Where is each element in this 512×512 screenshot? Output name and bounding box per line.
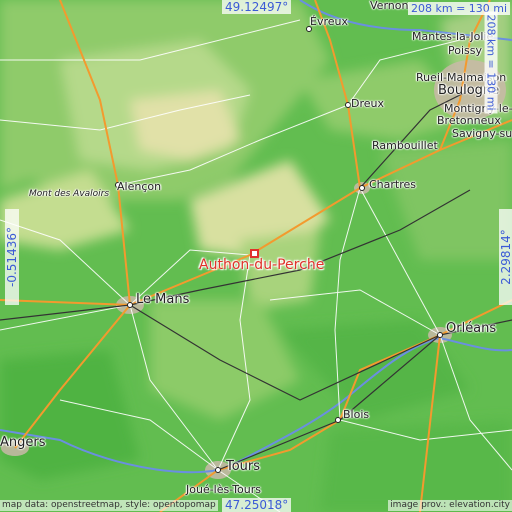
city-label-orleans[interactable]: Orléans: [446, 322, 496, 335]
city-label-savigny[interactable]: Savigny-su: [452, 128, 512, 139]
city-label-vernon[interactable]: Vernon: [370, 0, 408, 11]
city-label-alencon[interactable]: Alençon: [117, 181, 161, 192]
longitude-left-label: -0.51436°: [5, 209, 19, 305]
city-dot-le-mans[interactable]: [127, 302, 133, 308]
city-dot-chartres[interactable]: [359, 185, 365, 191]
city-dot-blois[interactable]: [335, 417, 341, 423]
city-label-bretonneux[interactable]: Bretonneux: [437, 115, 501, 126]
image-attribution: image prov.: elevation.city: [388, 500, 512, 511]
latitude-bottom-label: 47.25018°: [222, 498, 292, 512]
city-dot-tours[interactable]: [215, 467, 221, 473]
city-label-chartres[interactable]: Chartres: [369, 179, 416, 190]
map-attribution: map data: openstreetmap, style: opentopo…: [0, 500, 218, 511]
city-label-evreux[interactable]: Évreux: [310, 16, 348, 27]
city-label-montigny[interactable]: Montigny-le-: [444, 103, 512, 114]
city-label-rambouillet[interactable]: Rambouillet: [372, 140, 438, 151]
target-location-label[interactable]: Authon-du-Perche: [199, 257, 324, 273]
city-label-poissy[interactable]: Poissy: [448, 45, 482, 56]
city-label-tours[interactable]: Tours: [226, 460, 260, 473]
peak-label-avaloirs: Mont des Avaloirs: [29, 189, 110, 199]
scale-vertical-label: 208 km = 130 mi: [484, 11, 498, 114]
city-label-dreux[interactable]: Dreux: [351, 98, 384, 109]
city-label-angers[interactable]: Angers: [0, 436, 46, 449]
map-view[interactable]: Vernon Évreux Mantes-la-Jolie Poissy Rue…: [0, 0, 512, 512]
longitude-right-label: 2.29814°: [499, 209, 512, 305]
latitude-top-label: 49.12497°: [222, 0, 292, 14]
city-label-joue[interactable]: Joué-lès-Tours: [186, 484, 261, 495]
city-label-blois[interactable]: Blois: [343, 409, 369, 420]
city-label-le-mans[interactable]: Le Mans: [136, 293, 189, 306]
city-dot-orleans[interactable]: [437, 332, 443, 338]
city-label-mantes[interactable]: Mantes-la-Jolie: [412, 31, 493, 42]
